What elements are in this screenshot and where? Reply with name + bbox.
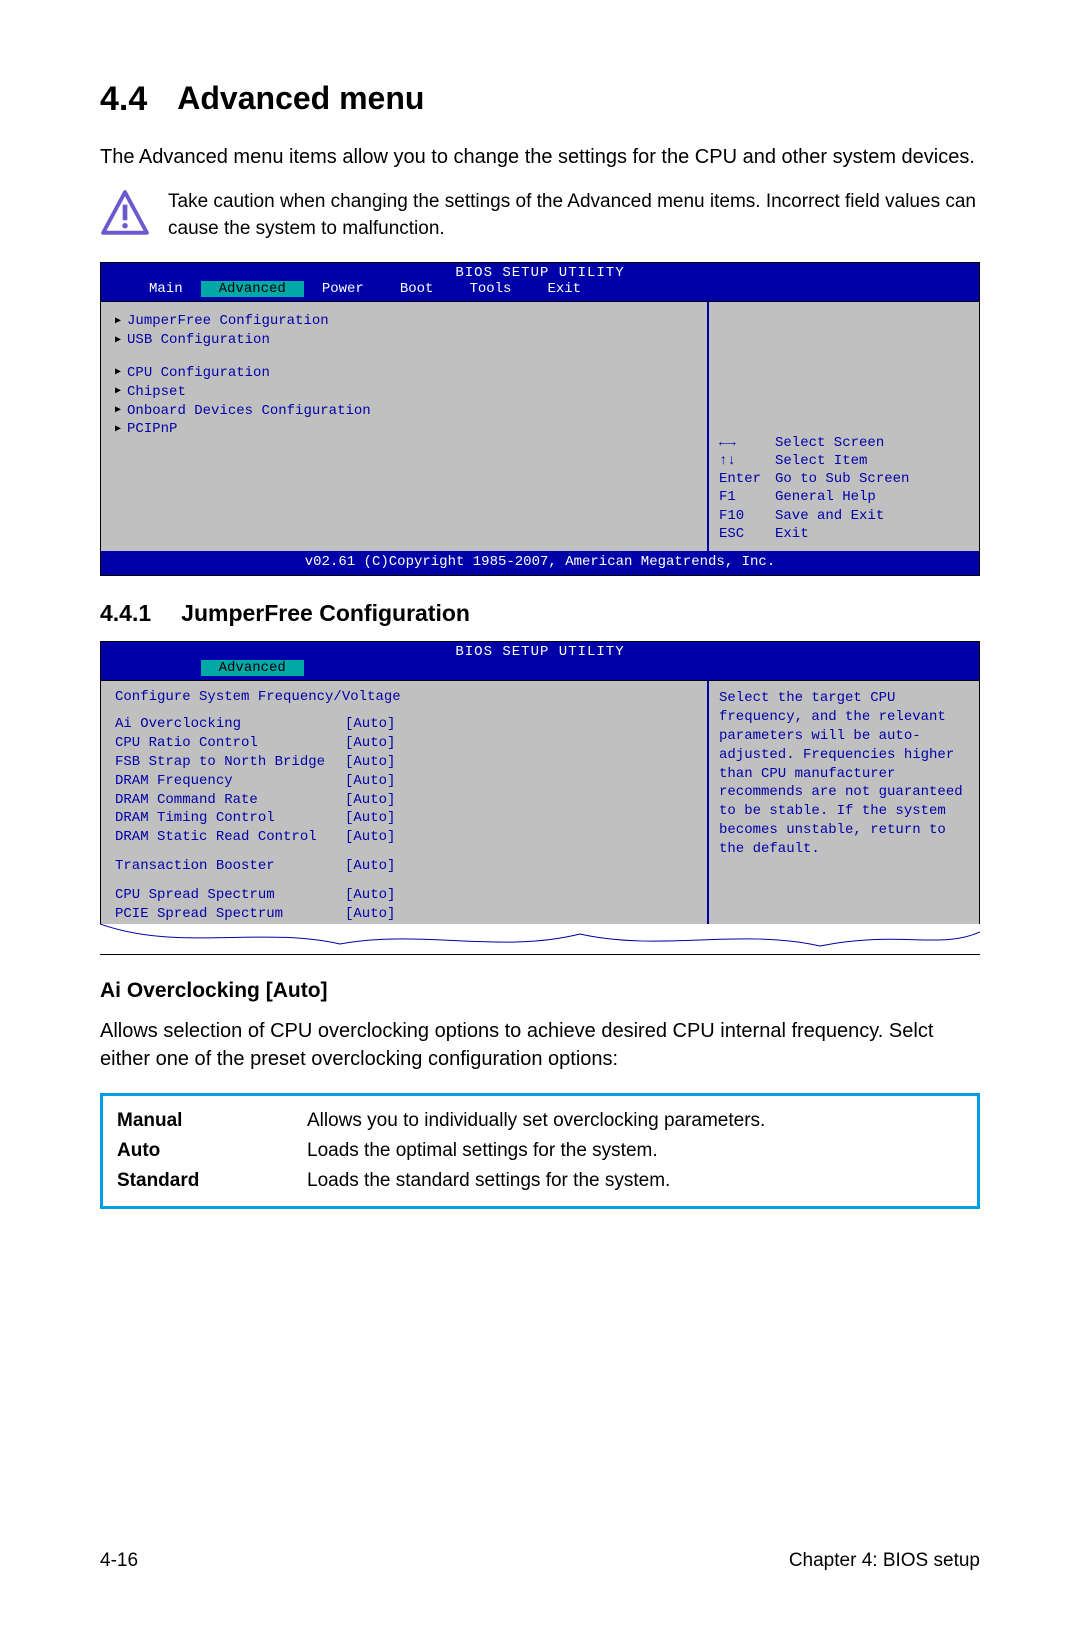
setting-label: DRAM Timing Control xyxy=(115,809,345,828)
setting-label: CPU Spread Spectrum xyxy=(115,886,345,905)
option-desc: Loads the optimal settings for the syste… xyxy=(307,1140,658,1162)
subsection-number: 4.4.1 xyxy=(100,600,151,627)
setting-row: DRAM Frequency[Auto] xyxy=(115,772,693,791)
submenu-arrow-icon: ▶ xyxy=(115,404,121,418)
setting-row: Ai Overclocking[Auto] xyxy=(115,715,693,734)
page-number: 4-16 xyxy=(100,1550,138,1572)
setting-value: [Auto] xyxy=(345,791,395,810)
bios-help-panel: Select the target CPU frequency, and the… xyxy=(709,681,979,928)
bios-title: BIOS SETUP UTILITY xyxy=(101,642,979,660)
setting-row: DRAM Command Rate[Auto] xyxy=(115,791,693,810)
bios-tab-main: Main xyxy=(131,281,201,297)
bios-tab-tools: Tools xyxy=(451,281,529,297)
bios-tab-bar: MainAdvanced xyxy=(101,660,979,680)
setting-value: [Auto] xyxy=(345,857,395,876)
page-footer: 4-16 Chapter 4: BIOS setup xyxy=(100,1550,980,1572)
menu-item-usb: ▶USB Configuration xyxy=(115,331,693,350)
section-number: 4.4 xyxy=(100,80,147,119)
caution-icon xyxy=(100,189,150,244)
option-name: Manual xyxy=(117,1110,307,1132)
section-heading: 4.4 Advanced menu xyxy=(100,80,980,119)
menu-item-chipset: ▶Chipset xyxy=(115,383,693,402)
setting-value: [Auto] xyxy=(345,828,395,847)
submenu-arrow-icon: ▶ xyxy=(115,385,121,399)
subsection-title: JumperFree Configuration xyxy=(181,600,470,627)
caution-text: Take caution when changing the settings … xyxy=(168,189,980,242)
bios-copyright: v02.61 (C)Copyright 1985-2007, American … xyxy=(101,551,979,575)
setting-row: CPU Ratio Control[Auto] xyxy=(115,734,693,753)
menu-item-pcipnp: ▶PCIPnP xyxy=(115,420,693,439)
setting-item-desc: Allows selection of CPU overclocking opt… xyxy=(100,1017,980,1073)
caution-block: Take caution when changing the settings … xyxy=(100,189,980,244)
bios-tab-boot: Boot xyxy=(382,281,452,297)
submenu-arrow-icon: ▶ xyxy=(115,315,121,329)
setting-row: FSB Strap to North Bridge[Auto] xyxy=(115,753,693,772)
bios-help-text: Select the target CPU frequency, and the… xyxy=(719,689,969,859)
setting-label: Transaction Booster xyxy=(115,857,345,876)
setting-item-heading: Ai Overclocking [Auto] xyxy=(100,979,980,1003)
bios-tab-power: Power xyxy=(304,281,382,297)
bios-tab-advanced: Advanced xyxy=(201,281,304,297)
torn-edge-graphic xyxy=(100,924,980,954)
option-desc: Allows you to individually set overclock… xyxy=(307,1110,765,1132)
option-name: Standard xyxy=(117,1170,307,1192)
bios-tab-exit: Exit xyxy=(529,281,599,297)
option-row: Manual Allows you to individually set ov… xyxy=(117,1106,963,1136)
setting-value: [Auto] xyxy=(345,753,395,772)
setting-label: PCIE Spread Spectrum xyxy=(115,905,345,924)
submenu-arrow-icon: ▶ xyxy=(115,334,121,348)
bios-tab-advanced: Advanced xyxy=(201,660,304,676)
menu-item-cpu: ▶CPU Configuration xyxy=(115,364,693,383)
section-title: Advanced menu xyxy=(177,80,424,119)
setting-label: DRAM Frequency xyxy=(115,772,345,791)
setting-value: [Auto] xyxy=(345,715,395,734)
bios-settings-panel: Configure System Frequency/Voltage Ai Ov… xyxy=(101,681,709,928)
setting-label: CPU Ratio Control xyxy=(115,734,345,753)
option-row: Auto Loads the optimal settings for the … xyxy=(117,1136,963,1166)
setting-row: PCIE Spread Spectrum[Auto] xyxy=(115,905,693,924)
setting-row: Transaction Booster[Auto] xyxy=(115,857,693,876)
setting-value: [Auto] xyxy=(345,905,395,924)
setting-value: [Auto] xyxy=(345,772,395,791)
submenu-arrow-icon: ▶ xyxy=(115,366,121,380)
setting-value: [Auto] xyxy=(345,809,395,828)
submenu-arrow-icon: ▶ xyxy=(115,423,121,437)
menu-item-jumperfree: ▶JumperFree Configuration xyxy=(115,312,693,331)
option-desc: Loads the standard settings for the syst… xyxy=(307,1170,670,1192)
intro-paragraph: The Advanced menu items allow you to cha… xyxy=(100,143,980,171)
setting-label: FSB Strap to North Bridge xyxy=(115,753,345,772)
setting-row: DRAM Timing Control[Auto] xyxy=(115,809,693,828)
bios-title: BIOS SETUP UTILITY xyxy=(101,263,979,281)
settings-header: Configure System Frequency/Voltage xyxy=(115,689,693,705)
menu-item-onboard: ▶Onboard Devices Configuration xyxy=(115,402,693,421)
bios-tab-bar: Main Advanced Power Boot Tools Exit xyxy=(101,281,979,301)
setting-value: [Auto] xyxy=(345,734,395,753)
setting-label: DRAM Static Read Control xyxy=(115,828,345,847)
bios-screenshot-advanced: BIOS SETUP UTILITY Main Advanced Power B… xyxy=(100,262,980,576)
setting-label: DRAM Command Rate xyxy=(115,791,345,810)
subsection-heading: 4.4.1 JumperFree Configuration xyxy=(100,600,980,627)
option-name: Auto xyxy=(117,1140,307,1162)
setting-value: [Auto] xyxy=(345,886,395,905)
setting-row: DRAM Static Read Control[Auto] xyxy=(115,828,693,847)
setting-label: Ai Overclocking xyxy=(115,715,345,734)
setting-row: CPU Spread Spectrum[Auto] xyxy=(115,886,693,905)
option-table: Manual Allows you to individually set ov… xyxy=(100,1093,980,1209)
chapter-label: Chapter 4: BIOS setup xyxy=(789,1550,980,1572)
bios-help-panel: ←→Select Screen ↑↓Select Item EnterGo to… xyxy=(709,302,979,551)
option-row: Standard Loads the standard settings for… xyxy=(117,1166,963,1196)
bios-menu-panel: ▶JumperFree Configuration ▶USB Configura… xyxy=(101,302,709,551)
bios-screenshot-jumperfree: BIOS SETUP UTILITY MainAdvanced Configur… xyxy=(100,641,980,955)
